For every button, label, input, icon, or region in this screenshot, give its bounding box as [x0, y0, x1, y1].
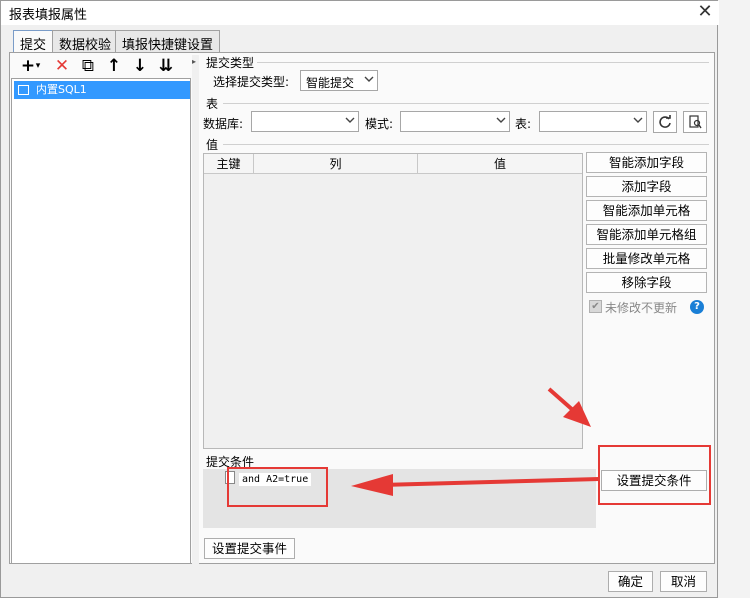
tab-submit[interactable]: 提交: [13, 30, 54, 53]
tab-shortcut-settings[interactable]: 填报快捷键设置: [115, 30, 221, 53]
preview-table-icon[interactable]: [683, 111, 707, 133]
splitter-collapse-icon[interactable]: ▸: [192, 57, 199, 66]
submit-type-value: 智能提交: [306, 76, 355, 90]
add-dropdown-icon[interactable]: ▾: [33, 55, 43, 77]
field-table-header: 主键 列 值: [204, 154, 582, 174]
chevron-down-icon: [496, 117, 506, 123]
list-item-label: 内置SQL1: [36, 83, 87, 96]
divider: [223, 103, 709, 104]
database-select[interactable]: [251, 111, 359, 132]
delete-icon[interactable]: ✕: [51, 55, 73, 77]
dialog-title: 报表填报属性: [9, 8, 88, 23]
no-update-unmodified-checkbox[interactable]: ✔: [589, 300, 602, 313]
smart-add-cell-group-button[interactable]: 智能添加单元格组: [586, 224, 707, 245]
background-app-strip: [716, 0, 750, 598]
add-field-button[interactable]: 添加字段: [586, 176, 707, 197]
move-down-icon[interactable]: ↓: [129, 55, 151, 77]
copy-icon[interactable]: ⧉: [77, 55, 99, 77]
move-bottom-icon[interactable]: ⇊: [155, 55, 177, 77]
submit-type-label: 选择提交类型:: [213, 75, 290, 89]
divider: [223, 144, 709, 145]
set-submit-event-button[interactable]: 设置提交事件: [204, 538, 295, 559]
divider: [257, 62, 709, 63]
submit-type-select[interactable]: 智能提交: [300, 70, 378, 91]
table-section-title: 表: [206, 97, 219, 111]
table-label: 表:: [515, 117, 532, 131]
list-item[interactable]: 内置SQL1: [14, 81, 190, 99]
column-header-primary-key[interactable]: 主键: [204, 154, 254, 174]
submit-type-section-title: 提交类型: [206, 56, 255, 70]
refresh-icon[interactable]: [653, 111, 677, 133]
chevron-down-icon: [633, 117, 643, 123]
help-icon[interactable]: ?: [690, 300, 704, 314]
database-label: 数据库:: [203, 117, 244, 131]
close-icon[interactable]: ✕: [691, 1, 719, 25]
database-icon: [18, 85, 29, 95]
table-select[interactable]: [539, 111, 647, 132]
annotation-highlight-condition: [227, 467, 328, 507]
move-up-icon[interactable]: ↑: [103, 55, 125, 77]
column-header-column[interactable]: 列: [254, 154, 418, 174]
column-header-value[interactable]: 值: [418, 154, 582, 174]
schema-select[interactable]: [400, 111, 510, 132]
annotation-arrows: [351, 387, 600, 496]
sql-list: 内置SQL1: [11, 78, 191, 564]
no-update-unmodified-label: 未修改不更新: [605, 301, 678, 315]
tab-data-validation[interactable]: 数据校验: [52, 30, 119, 53]
smart-add-cell-button[interactable]: 智能添加单元格: [586, 200, 707, 221]
sql-toolbar: + ▾ ✕ ⧉ ↑ ↓ ⇊: [11, 55, 191, 79]
dialog-title-bar: 报表填报属性 ✕: [1, 1, 719, 25]
remove-field-button[interactable]: 移除字段: [586, 272, 707, 293]
ok-button[interactable]: 确定: [608, 571, 653, 592]
annotation-highlight-button: [598, 445, 711, 505]
smart-add-field-button[interactable]: 智能添加字段: [586, 152, 707, 173]
schema-label: 模式:: [365, 117, 394, 131]
values-section-title: 值: [206, 138, 219, 152]
cancel-button[interactable]: 取消: [660, 571, 707, 592]
batch-modify-cell-button[interactable]: 批量修改单元格: [586, 248, 707, 269]
splitter[interactable]: [192, 55, 199, 564]
report-fill-properties-dialog: 报表填报属性 ✕ 提交 数据校验 填报快捷键设置 + ▾ ✕ ⧉ ↑ ↓ ⇊ 内…: [0, 0, 719, 598]
chevron-down-icon: [364, 76, 374, 82]
chevron-down-icon: [345, 117, 355, 123]
